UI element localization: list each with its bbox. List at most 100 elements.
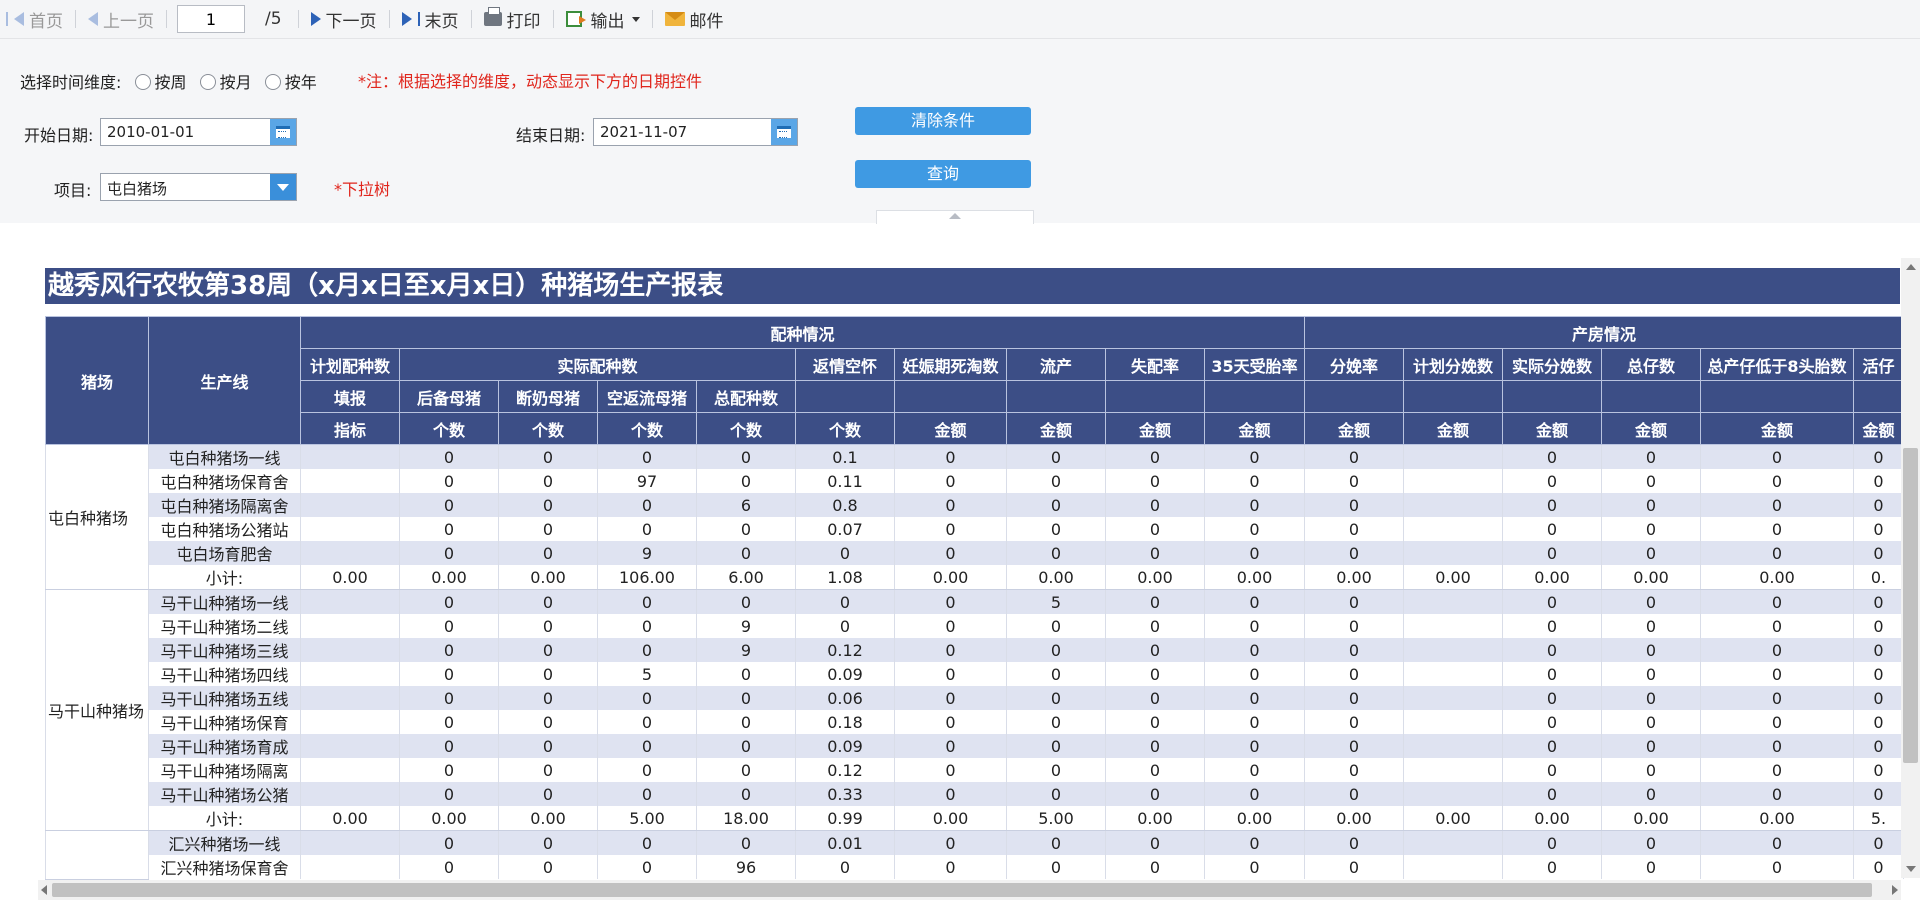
end-date-field[interactable]: 2021-11-07 — [593, 118, 798, 146]
value-cell: 0 — [1853, 782, 1904, 806]
horizontal-scrollbar[interactable] — [38, 880, 1901, 900]
report-table-body: 屯白种猪场 屯白种猪场一线 0 0 0 0 0.1 0 0 0 0 0 0 0 0 0 屯白种猪场保育舍 0 0 97… — [45, 444, 1904, 880]
next-page-button[interactable]: 下一页 — [305, 7, 383, 32]
value-cell: 0 — [1204, 855, 1305, 879]
horizontal-scroll-thumb[interactable] — [52, 883, 1872, 897]
radio-week[interactable] — [134, 74, 151, 90]
value-cell — [1403, 517, 1503, 541]
value-cell: 0 — [1601, 614, 1701, 638]
value-cell: 0 — [1601, 710, 1701, 734]
page-total: /5 — [259, 9, 288, 29]
value-cell: 0 — [696, 444, 796, 469]
dropdown-tree-note: *下拉树 — [334, 180, 391, 199]
value-cell — [1403, 589, 1503, 614]
next-page-label: 下一页 — [325, 11, 377, 32]
value-cell: 0 — [597, 782, 697, 806]
subtotal-value-cell: 5.00 — [1006, 806, 1106, 831]
value-cell: 0 — [894, 589, 1007, 614]
value-cell: 0 — [1304, 662, 1404, 686]
page-number-input[interactable] — [177, 5, 245, 33]
value-cell: 0 — [1304, 710, 1404, 734]
value-cell: 0 — [696, 686, 796, 710]
value-cell: 0.12 — [795, 638, 895, 662]
value-cell: 0 — [1700, 541, 1854, 565]
value-cell: 0 — [1853, 444, 1904, 469]
value-cell: 0 — [498, 855, 598, 879]
project-label: 项目: — [54, 181, 92, 200]
last-page-bar-icon — [417, 12, 420, 26]
end-date-value: 2021-11-07 — [600, 123, 688, 141]
calendar-icon[interactable] — [270, 119, 296, 145]
subtotal-value-cell: 0.00 — [300, 806, 400, 831]
print-button[interactable]: 打印 — [478, 7, 547, 32]
export-label: 输出 — [590, 11, 625, 32]
value-cell: 0 — [1304, 830, 1404, 855]
collapse-panel-handle[interactable] — [876, 210, 1034, 224]
value-cell: 0.11 — [795, 469, 895, 493]
value-cell: 0 — [1700, 686, 1854, 710]
header-empty — [1105, 380, 1205, 413]
col-live-piglets: 活仔 — [1853, 348, 1904, 381]
unit-index: 指标 — [300, 412, 400, 445]
unit-count: 个数 — [597, 412, 697, 445]
value-cell: 0 — [498, 710, 598, 734]
scroll-left-icon[interactable] — [41, 885, 47, 895]
scroll-right-icon[interactable] — [1892, 885, 1898, 895]
value-cell — [300, 614, 400, 638]
radio-month[interactable] — [199, 74, 216, 90]
value-cell: 0 — [1853, 541, 1904, 565]
value-cell: 0 — [399, 734, 499, 758]
value-cell: 0 — [1304, 589, 1404, 614]
scroll-up-icon[interactable] — [1906, 264, 1916, 270]
vertical-scrollbar[interactable] — [1901, 258, 1920, 878]
value-cell: 0 — [696, 758, 796, 782]
first-page-button[interactable]: 首页 — [0, 7, 69, 32]
clear-conditions-button[interactable]: 清除条件 — [855, 107, 1031, 135]
col-farm: 猪场 — [45, 316, 149, 445]
time-dimension-label: 选择时间维度: — [20, 73, 122, 92]
value-cell — [1403, 493, 1503, 517]
export-button[interactable]: 输出 — [560, 7, 646, 32]
value-cell — [300, 855, 400, 879]
start-date-field[interactable]: 2010-01-01 — [100, 118, 297, 146]
value-cell: 0 — [1502, 734, 1602, 758]
prev-page-button[interactable]: 上一页 — [82, 7, 160, 32]
value-cell: 0 — [1105, 638, 1205, 662]
calendar-icon[interactable] — [771, 119, 797, 145]
radio-year[interactable] — [264, 74, 281, 90]
subtotal-value-cell: 0.00 — [498, 565, 598, 590]
value-cell: 0 — [1105, 734, 1205, 758]
value-cell: 0 — [1700, 493, 1854, 517]
chevron-down-icon[interactable] — [270, 174, 296, 200]
vertical-scroll-thumb[interactable] — [1903, 448, 1918, 763]
value-cell: 0 — [399, 493, 499, 517]
unit-amount: 金额 — [1006, 412, 1106, 445]
value-cell: 0 — [1204, 469, 1305, 493]
first-page-arrow-icon — [14, 12, 24, 26]
value-cell: 0 — [696, 517, 796, 541]
scroll-down-icon[interactable] — [1906, 866, 1916, 872]
value-cell: 0 — [1204, 686, 1305, 710]
table-row: 屯白种猪场隔离舍 0 0 0 6 0.8 0 0 0 0 0 0 0 0 0 — [46, 493, 1904, 517]
value-cell: 5 — [1006, 589, 1106, 614]
value-cell: 0 — [1204, 638, 1305, 662]
project-select[interactable]: 屯白猪场 — [100, 173, 297, 201]
value-cell — [300, 517, 400, 541]
header-empty — [894, 380, 1007, 413]
value-cell: 0 — [498, 686, 598, 710]
mail-button[interactable]: 邮件 — [659, 7, 730, 32]
header-row-4: 指标 个数 个数 个数 个数 个数 金额 金额 金额 金额 金额 金额 金额 金… — [46, 412, 1904, 445]
table-row: 马干山种猪场四线 0 0 5 0 0.09 0 0 0 0 0 0 0 0 0 — [46, 662, 1904, 686]
query-button[interactable]: 查询 — [855, 160, 1031, 188]
value-cell: 0 — [597, 855, 697, 879]
value-cell — [1403, 686, 1503, 710]
value-cell — [300, 662, 400, 686]
production-line-cell: 马干山种猪场育成 — [148, 734, 301, 758]
unit-amount: 金额 — [1853, 412, 1904, 445]
value-cell: 0 — [1105, 444, 1205, 469]
value-cell: 0 — [1006, 686, 1106, 710]
value-cell: 0 — [1601, 662, 1701, 686]
value-cell: 0 — [894, 493, 1007, 517]
last-page-button[interactable]: 末页 — [396, 7, 465, 32]
unit-amount: 金额 — [1601, 412, 1701, 445]
